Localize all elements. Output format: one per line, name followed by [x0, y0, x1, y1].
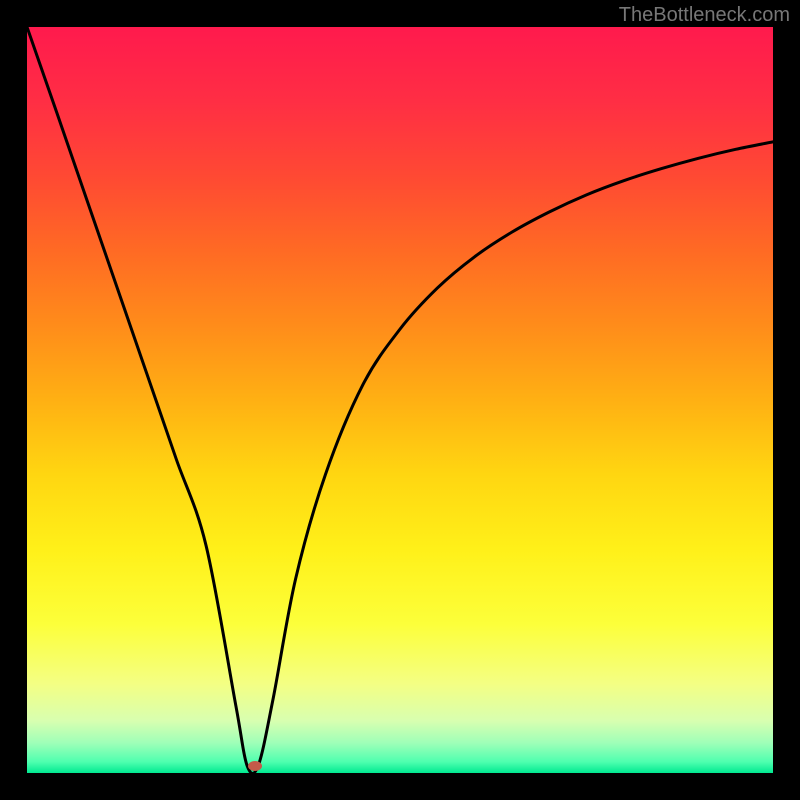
bottleneck-curve — [27, 27, 773, 773]
plot-area — [27, 27, 773, 773]
watermark-text: TheBottleneck.com — [619, 4, 790, 27]
optimal-point-marker — [248, 761, 262, 771]
curve-layer — [27, 27, 773, 773]
